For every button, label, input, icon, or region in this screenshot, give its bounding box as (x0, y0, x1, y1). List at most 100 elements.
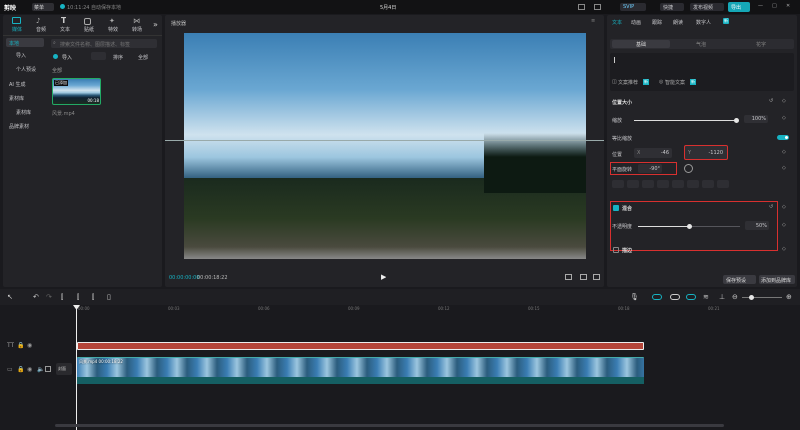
tab-sticker[interactable]: 贴纸 (84, 26, 94, 33)
effects-icon[interactable]: ✦ (109, 17, 115, 25)
distribute-h-icon[interactable] (702, 180, 714, 188)
sidebar-item-brand[interactable]: 品牌素材 (9, 123, 29, 130)
zoom-slider-track[interactable] (742, 297, 782, 298)
import-button[interactable]: 导入 (62, 54, 72, 61)
more-icon[interactable] (45, 366, 51, 372)
tab-effects[interactable]: 特效 (108, 26, 118, 33)
fullscreen-icon[interactable] (593, 274, 600, 280)
sort-button[interactable]: 排序 (113, 54, 123, 61)
shortcut-button[interactable]: 快捷 (660, 3, 684, 11)
blend-checkbox[interactable] (613, 205, 619, 211)
text-clip[interactable] (77, 342, 644, 350)
subtab-basic[interactable]: 基础 (612, 40, 670, 48)
preview-axis-icon[interactable] (686, 294, 696, 300)
keyframe-icon[interactable]: ◇ (782, 165, 786, 171)
position-x-field[interactable]: X -46 (634, 148, 672, 158)
zoom-out-icon[interactable]: ⊖ (732, 293, 738, 301)
sidebar-item-ai[interactable]: AI 生成 (9, 81, 26, 88)
align-left-icon[interactable] (612, 180, 624, 188)
media-icon[interactable] (12, 17, 21, 24)
ruler-icon[interactable]: ⊥ (719, 293, 725, 301)
view-toggle-icon[interactable] (91, 52, 106, 60)
magnet-icon[interactable] (652, 294, 662, 300)
tab-tracking[interactable]: 跟踪 (652, 19, 662, 26)
tab-transition[interactable]: 转场 (132, 26, 142, 33)
sidebar-item-preset[interactable]: 个人预设 (16, 66, 36, 73)
audio-wave-icon[interactable]: ≋ (703, 293, 709, 301)
undo-icon[interactable]: ↶ (33, 293, 39, 301)
tab-media[interactable]: 媒体 (12, 26, 22, 33)
scale-value-field[interactable]: 100% (744, 115, 768, 123)
audio-icon[interactable]: ♪ (36, 17, 40, 25)
opacity-value-field[interactable]: 50% (745, 221, 769, 230)
eye-icon[interactable]: ◉ (27, 342, 32, 349)
subtab-bubble[interactable]: 气泡 (672, 41, 730, 48)
close-icon[interactable]: ✕ (786, 3, 790, 9)
split-right-icon[interactable]: ⫿ (92, 293, 94, 302)
add-brand-button[interactable]: 添加到品牌库 (759, 275, 795, 284)
export-button[interactable]: 导出 (728, 2, 750, 12)
video-clip[interactable]: 风景.mp4 00:00:18:22 (77, 357, 644, 384)
playhead[interactable] (76, 305, 77, 430)
link-icon[interactable] (670, 294, 680, 300)
redo-icon[interactable]: ↷ (46, 293, 52, 301)
save-preset-button[interactable]: 保存预设 (723, 275, 756, 284)
transition-icon[interactable]: ⋈ (133, 17, 140, 25)
lock-icon[interactable]: 🔒 (17, 342, 24, 349)
tab-text-props[interactable]: 文本 (612, 19, 622, 26)
tab-audio[interactable]: 音频 (36, 26, 46, 33)
maximize-icon[interactable]: □ (772, 3, 777, 9)
align-center-v-icon[interactable] (672, 180, 684, 188)
sidebar-item-import[interactable]: 导入 (16, 52, 26, 59)
player-menu-icon[interactable]: ≡ (591, 18, 595, 24)
align-right-icon[interactable] (642, 180, 654, 188)
align-bottom-icon[interactable] (687, 180, 699, 188)
media-search[interactable]: ⌕ 搜索文件名称、图层描述、标签 (51, 39, 157, 48)
tab-read[interactable]: 朗读 (673, 19, 683, 26)
filter-all-button[interactable]: 全部 (138, 54, 148, 61)
copy-icon[interactable]: ◫ (612, 79, 617, 85)
opacity-slider-knob[interactable] (687, 224, 692, 229)
tab-digital-human[interactable]: 数字人 (696, 19, 711, 26)
play-icon[interactable]: ▶ (381, 273, 386, 281)
ratio-icon[interactable] (580, 274, 587, 280)
media-clip-thumbnail[interactable]: 已添加 00:18 (52, 78, 101, 105)
keyframe-icon[interactable]: ◇ (782, 98, 786, 104)
split-icon[interactable]: ⫿ (61, 293, 63, 302)
minimize-icon[interactable]: — (758, 3, 763, 9)
distribute-v-icon[interactable] (717, 180, 729, 188)
smart-copy-button[interactable]: 智能文案 (665, 79, 685, 86)
zoom-slider-knob[interactable] (749, 295, 754, 300)
audio-mute-icon[interactable]: 🔈 (37, 366, 44, 373)
split-left-icon[interactable]: ⫿ (77, 293, 79, 302)
more-tabs-icon[interactable]: » (153, 20, 158, 29)
fit-icon[interactable] (565, 274, 572, 280)
text-icon[interactable]: T (61, 16, 66, 25)
zoom-in-icon[interactable]: ⊕ (786, 293, 792, 301)
position-y-field[interactable]: Y -1120 (684, 145, 728, 160)
keyframe-icon[interactable]: ◇ (782, 204, 786, 210)
align-top-icon[interactable] (657, 180, 669, 188)
mic-icon[interactable]: 🎙 (630, 293, 639, 301)
keyframe-icon[interactable]: ◇ (782, 149, 786, 155)
keyframe-icon[interactable]: ◇ (782, 115, 786, 121)
eye-icon[interactable]: ◉ (27, 366, 32, 373)
rotation-dial-icon[interactable] (684, 164, 693, 173)
timeline-scrollbar[interactable] (55, 424, 724, 427)
align-center-h-icon[interactable] (627, 180, 639, 188)
sidebar-item-library-sub[interactable]: 素材库 (16, 109, 31, 116)
menu-button[interactable]: 菜单 (32, 3, 54, 11)
sticker-icon[interactable] (84, 18, 91, 25)
smart-copy-icon[interactable]: ◎ (659, 79, 663, 85)
uniform-scale-toggle[interactable] (777, 135, 789, 140)
tab-text[interactable]: 文本 (60, 26, 70, 33)
screen-icon[interactable] (594, 4, 601, 10)
layout-icon[interactable] (578, 4, 585, 10)
publish-button[interactable]: 发布视频 (690, 3, 724, 11)
subtab-fancy[interactable]: 花字 (732, 41, 790, 48)
delete-icon[interactable]: ▯ (107, 293, 111, 301)
copy-suggest-button[interactable]: 文案推荐 (618, 79, 638, 86)
reset-icon[interactable]: ↺ (769, 204, 773, 210)
import-icon[interactable] (53, 54, 58, 59)
cover-button[interactable]: 封面 (56, 363, 72, 375)
